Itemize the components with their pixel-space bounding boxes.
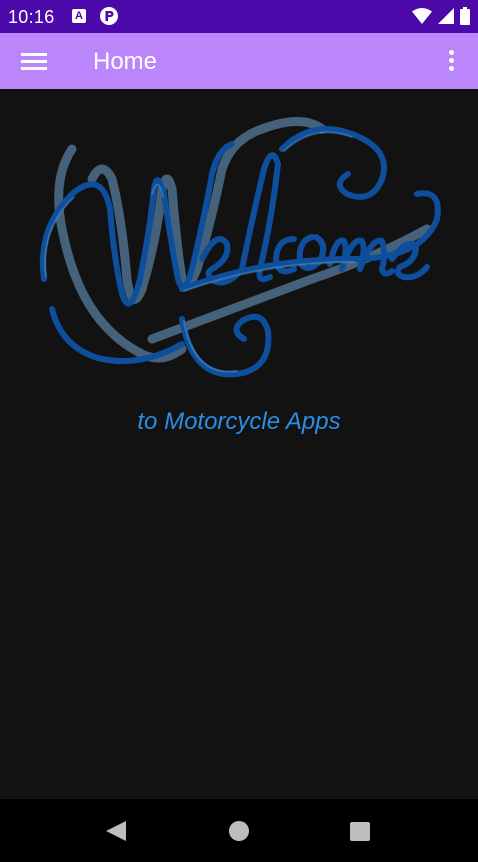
welcome-script-image	[39, 117, 441, 378]
hamburger-menu-icon[interactable]	[14, 45, 54, 77]
wifi-icon	[412, 8, 432, 24]
welcome-subtitle: to Motorcycle Apps	[137, 408, 341, 435]
home-icon[interactable]	[229, 821, 249, 841]
status-right-icons	[412, 7, 470, 25]
battery-icon	[460, 7, 470, 25]
recents-icon[interactable]	[350, 822, 370, 841]
status-bar: 10:16 A	[0, 0, 478, 33]
cellular-signal-icon	[438, 8, 454, 24]
notification-p-icon	[100, 7, 118, 25]
main-content: to Motorcycle Apps	[0, 89, 478, 799]
page-title: Home	[93, 48, 158, 75]
phone-screen: 10:16 A Home to Motorcycle Apps	[0, 0, 478, 862]
notification-a-icon: A	[72, 9, 86, 23]
app-bar: Home	[0, 33, 478, 89]
back-icon[interactable]	[104, 820, 128, 842]
more-vert-icon[interactable]	[438, 47, 466, 75]
status-time: 10:16	[8, 7, 55, 27]
system-navigation-bar	[0, 799, 478, 862]
